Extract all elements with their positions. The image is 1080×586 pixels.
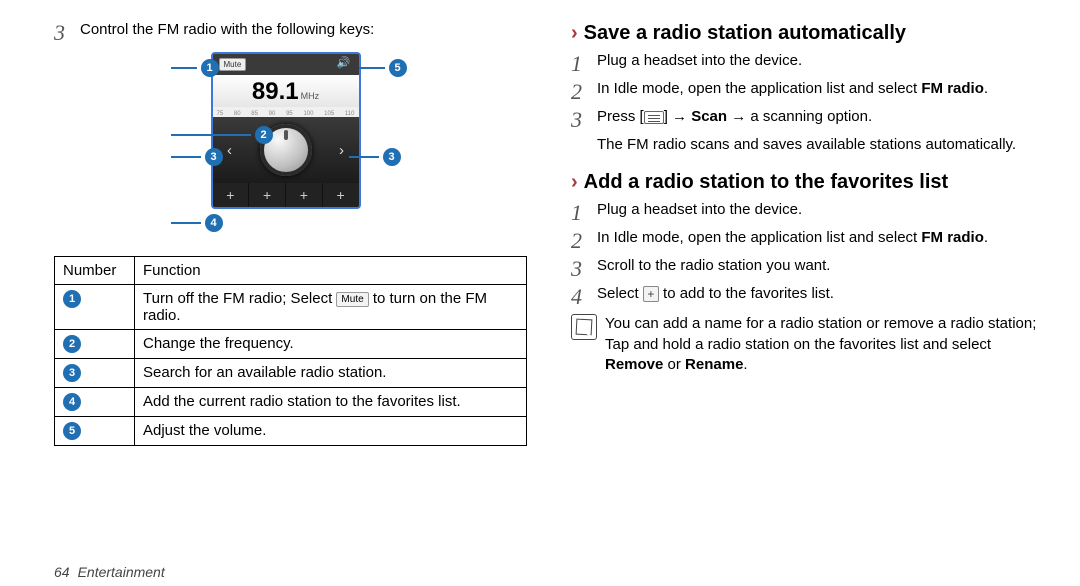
section-name: Entertainment bbox=[78, 564, 165, 580]
left-column: 3 Control the FM radio with the followin… bbox=[54, 20, 527, 458]
preset-button[interactable]: + bbox=[249, 183, 286, 207]
frequency-display: 89.1MHz bbox=[213, 75, 359, 107]
table-row: 4 Add the current radio station to the f… bbox=[55, 388, 527, 417]
note-block: You can add a name for a radio station o… bbox=[571, 314, 1044, 375]
function-table: Number Function 1 Turn off the FM radio;… bbox=[54, 256, 527, 446]
step-line: 3 Scroll to the radio station you want. bbox=[571, 256, 1044, 280]
step-line: 1 Plug a headset into the device. bbox=[571, 200, 1044, 224]
chevron-icon: › bbox=[571, 171, 578, 194]
frequency-value: 89.1 bbox=[252, 78, 299, 105]
step-line: 1 Plug a headset into the device. bbox=[571, 51, 1044, 75]
step-line: 4 Select + to add to the favorites list. bbox=[571, 284, 1044, 308]
callout-5: 5 bbox=[359, 59, 407, 77]
frequency-unit: MHz bbox=[301, 91, 320, 101]
table-row: 5 Adjust the volume. bbox=[55, 417, 527, 446]
intro-step: 3 Control the FM radio with the followin… bbox=[54, 20, 527, 44]
preset-button[interactable]: + bbox=[323, 183, 359, 207]
callout-4: 4 bbox=[171, 214, 223, 232]
note-icon bbox=[571, 314, 597, 340]
table-header-function: Function bbox=[135, 257, 527, 285]
callout-1: 1 bbox=[171, 59, 219, 77]
chevron-icon: › bbox=[571, 22, 578, 45]
intro-step-number: 3 bbox=[54, 20, 80, 44]
table-row: 2 Change the frequency. bbox=[55, 330, 527, 359]
page-number: 64 bbox=[54, 564, 70, 580]
preset-row: + + + + bbox=[213, 183, 359, 207]
table-header-number: Number bbox=[55, 257, 135, 285]
step-line: 2 In Idle mode, open the application lis… bbox=[571, 79, 1044, 103]
right-column: › Save a radio station automatically 1 P… bbox=[571, 20, 1044, 458]
preset-button[interactable]: + bbox=[286, 183, 323, 207]
frequency-scale: 75 80 85 90 95 100 105 110 bbox=[213, 107, 359, 117]
step-line: 3 Press [] → Scan → a scanning option. bbox=[571, 107, 1044, 131]
table-row: 3 Search for an available radio station. bbox=[55, 359, 527, 388]
volume-icon[interactable] bbox=[339, 59, 353, 71]
step-line: 2 In Idle mode, open the application lis… bbox=[571, 228, 1044, 252]
mute-chip-icon: Mute bbox=[336, 292, 368, 307]
section-heading-save: › Save a radio station automatically bbox=[571, 22, 1044, 45]
table-row: 1 Turn off the FM radio; Select Mute to … bbox=[55, 285, 527, 330]
step-subtext: The FM radio scans and saves available s… bbox=[597, 135, 1044, 155]
page-footer: 64 Entertainment bbox=[54, 564, 165, 580]
intro-text: Control the FM radio with the following … bbox=[80, 20, 374, 40]
radio-figure: Mute 89.1MHz 75 80 85 90 95 100 105 bbox=[54, 52, 527, 242]
section-heading-favorites: › Add a radio station to the favorites l… bbox=[571, 171, 1044, 194]
callout-3-right: 3 bbox=[349, 148, 401, 166]
plus-icon: + bbox=[643, 286, 659, 302]
callout-2: 2 bbox=[171, 126, 273, 144]
preset-button[interactable]: + bbox=[213, 183, 250, 207]
menu-icon bbox=[644, 111, 664, 124]
callout-3-left: 3 bbox=[171, 148, 223, 166]
mute-button[interactable]: Mute bbox=[219, 58, 247, 71]
